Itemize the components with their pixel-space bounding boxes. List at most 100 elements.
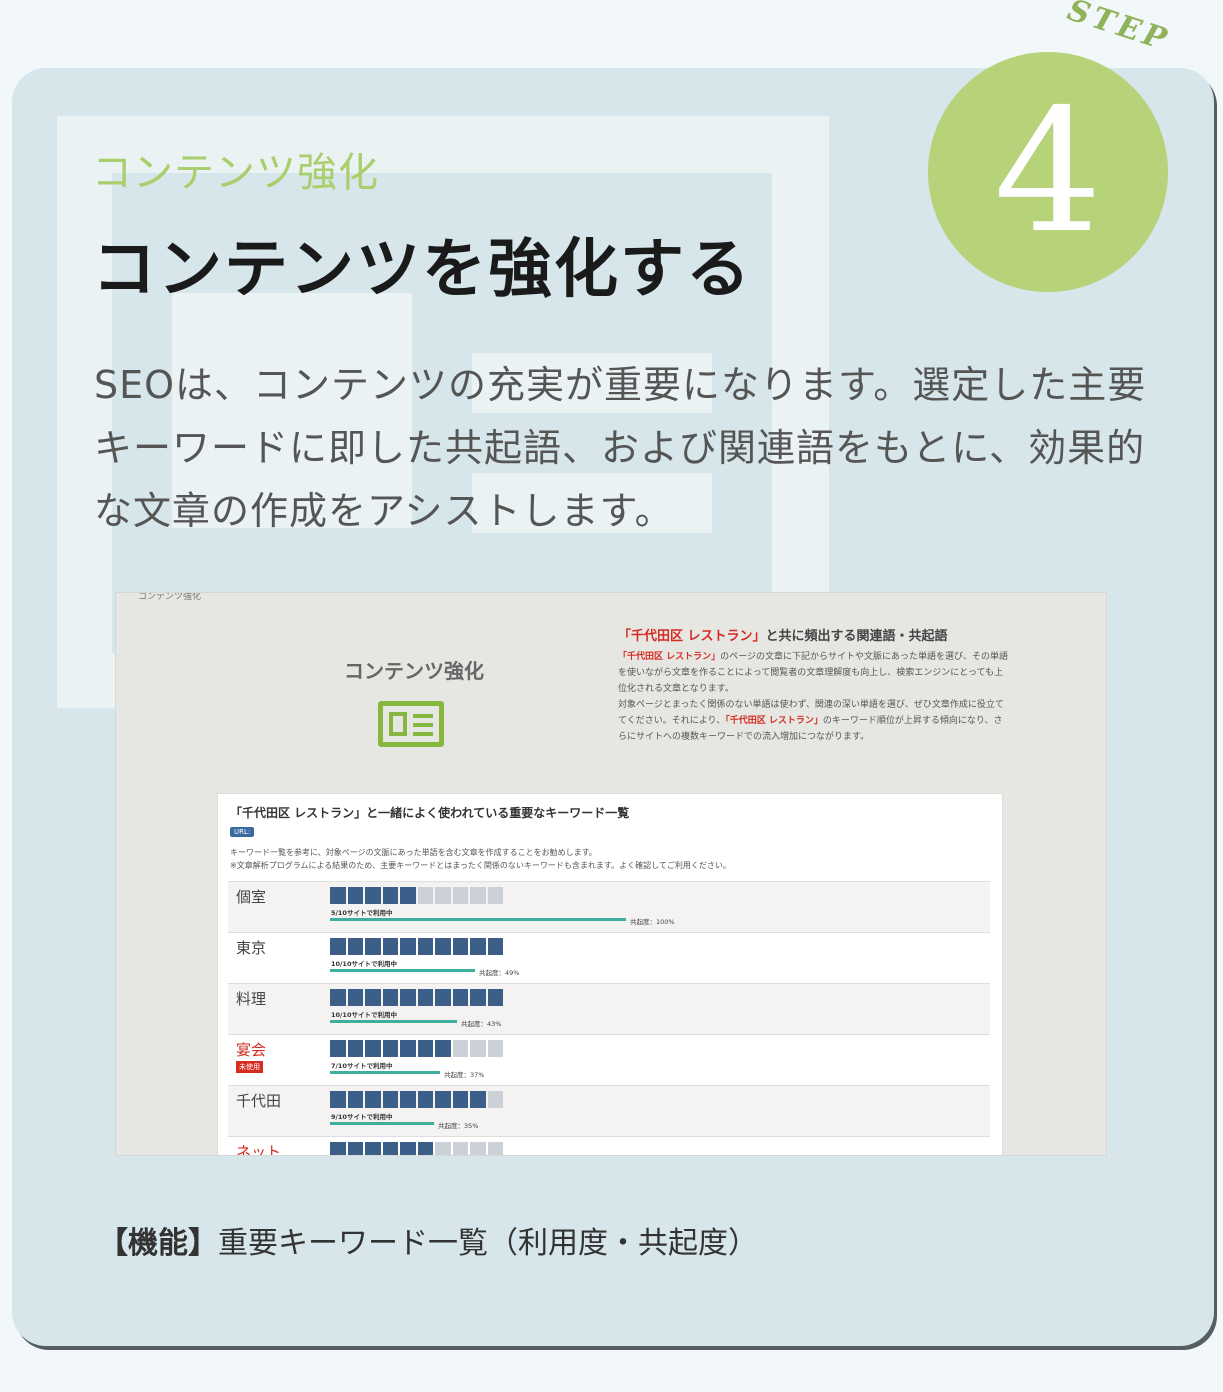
usage-meter	[330, 989, 503, 1006]
usage-meter	[330, 1040, 503, 1057]
keyword-row: 料理 10/10サイトで利用中 共起度：43%	[228, 983, 990, 1034]
usage-block-filled	[470, 938, 486, 955]
usage-block-filled	[400, 989, 416, 1006]
cooccurrence-text: 共起度：43%	[461, 1020, 502, 1028]
keyword-label: 宴会	[236, 1041, 267, 1059]
feature-caption: 【機能】重要キーワード一覧（利用度・共起度）	[98, 1218, 758, 1262]
usage-block-empty	[417, 887, 433, 904]
cooccurrence-bar	[330, 1122, 434, 1125]
usage-block-filled	[330, 1091, 346, 1108]
usage-meter	[330, 1091, 503, 1108]
url-tag[interactable]: URL:	[230, 827, 255, 837]
related-title-keyword: 「千代田区 レストラン」	[618, 629, 766, 644]
usage-block-filled	[487, 989, 503, 1006]
usage-block-empty	[435, 1142, 451, 1155]
usage-block-filled	[417, 1040, 433, 1057]
page-title: コンテンツを強化する	[92, 232, 752, 307]
keyword-label: 料理	[236, 990, 267, 1008]
usage-block-empty	[452, 1040, 468, 1057]
unused-badge: 未使用	[236, 1061, 263, 1073]
usage-block-filled	[365, 938, 381, 955]
usage-block-filled	[347, 1142, 363, 1155]
usage-block-filled	[435, 938, 451, 955]
keyword-row: 宴会 未使用 7/10サイトで利用中 共起度：37%	[228, 1034, 990, 1085]
usage-block-filled	[347, 1091, 363, 1108]
usage-block-filled	[417, 1091, 433, 1108]
usage-block-filled	[470, 1091, 486, 1108]
usage-block-empty	[435, 887, 451, 904]
keyword-list-title: 「千代田区 レストラン」と一緒によく使われている重要なキーワード一覧	[230, 806, 630, 820]
keyword-row: 千代田 9/10サイトで利用中 共起度：35%	[228, 1085, 990, 1136]
usage-block-filled	[382, 887, 398, 904]
usage-meter	[330, 887, 503, 904]
usage-block-filled	[400, 1091, 416, 1108]
usage-block-filled	[452, 989, 468, 1006]
usage-block-empty	[452, 887, 468, 904]
step-badge: 4	[928, 52, 1168, 292]
usage-block-filled	[347, 989, 363, 1006]
usage-block-filled	[330, 1142, 346, 1155]
keyword-label: 個室	[236, 888, 267, 906]
caption-text: 重要キーワード一覧（利用度・共起度）	[218, 1226, 758, 1261]
cooccurrence-bar	[330, 1020, 457, 1023]
screenshot-corner-label: コンテンツ強化	[138, 592, 202, 602]
cooccurrence-text: 共起度：100%	[630, 918, 675, 926]
usage-block-filled	[330, 938, 346, 955]
usage-block-filled	[400, 887, 416, 904]
usage-meter	[330, 1142, 503, 1155]
usage-block-filled	[417, 938, 433, 955]
cooccurrence-bar	[330, 969, 475, 972]
keyword-label: 東京	[236, 939, 267, 957]
related-words-description: 「千代田区 レストラン」のページの文章に下記からサイトや文脈にあった単語を選び、…	[618, 649, 1008, 745]
step-label: STEP	[1063, 0, 1175, 59]
cooccurrence-text: 共起度：35%	[438, 1122, 479, 1130]
usage-block-filled	[382, 1040, 398, 1057]
usage-block-filled	[435, 989, 451, 1006]
usage-block-empty	[470, 1142, 486, 1155]
cooccurrence-bar	[330, 918, 626, 921]
screenshot-section-heading: コンテンツ強化	[344, 659, 484, 683]
app-screenshot: コンテンツ強化 コンテンツ強化 「千代田区 レストラン」と共に頻出する関連語・共…	[115, 592, 1107, 1156]
usage-block-filled	[435, 1091, 451, 1108]
keyword-label: ネット	[236, 1143, 282, 1156]
keyword-row: 個室 5/10サイトで利用中共起度：100%	[228, 881, 990, 932]
usage-block-filled	[382, 938, 398, 955]
usage-block-filled	[365, 1142, 381, 1155]
related-words-title: 「千代田区 レストラン」と共に頻出する関連語・共起語	[618, 625, 948, 644]
sites-usage-text: 7/10サイトで利用中	[331, 1062, 393, 1070]
usage-block-filled	[452, 1091, 468, 1108]
usage-block-filled	[382, 1142, 398, 1155]
usage-block-filled	[470, 989, 486, 1006]
usage-block-empty	[487, 1091, 503, 1108]
cooccurrence-text: 共起度：49%	[479, 969, 520, 977]
cooccurrence-bar	[330, 1071, 440, 1074]
keyword-rows: 個室 5/10サイトで利用中共起度：100% 東京 10/10サイトで利用中共起度：4…	[228, 881, 990, 1156]
keyword-list-note-1: キーワード一覧を参考に、対象ページの文脈にあった単語を含む文章を作成することをお…	[230, 848, 597, 857]
keyword-row: ネット	[228, 1136, 990, 1156]
related-title-text: と共に頻出する関連語・共起語	[765, 629, 948, 644]
usage-block-filled	[347, 938, 363, 955]
usage-block-filled	[487, 938, 503, 955]
usage-block-empty	[470, 887, 486, 904]
usage-block-filled	[417, 989, 433, 1006]
sites-usage-text: 5/10サイトで利用中	[331, 909, 393, 917]
section-subtitle: コンテンツ強化	[92, 150, 379, 196]
sites-usage-text: 10/10サイトで利用中	[331, 960, 397, 968]
usage-block-filled	[382, 1091, 398, 1108]
usage-block-filled	[365, 1091, 381, 1108]
usage-block-empty	[470, 1040, 486, 1057]
related-keyword: 「千代田区 レストラン」	[618, 652, 721, 662]
usage-block-filled	[452, 938, 468, 955]
usage-block-filled	[365, 887, 381, 904]
usage-meter	[330, 938, 503, 955]
usage-block-filled	[347, 887, 363, 904]
usage-block-filled	[400, 1142, 416, 1155]
usage-block-filled	[400, 1040, 416, 1057]
usage-block-filled	[330, 1040, 346, 1057]
usage-block-filled	[365, 989, 381, 1006]
usage-block-filled	[330, 989, 346, 1006]
usage-block-filled	[417, 1142, 433, 1155]
usage-block-filled	[330, 887, 346, 904]
usage-block-empty	[487, 1040, 503, 1057]
related-keyword: 「千代田区 レストラン」	[725, 716, 823, 726]
